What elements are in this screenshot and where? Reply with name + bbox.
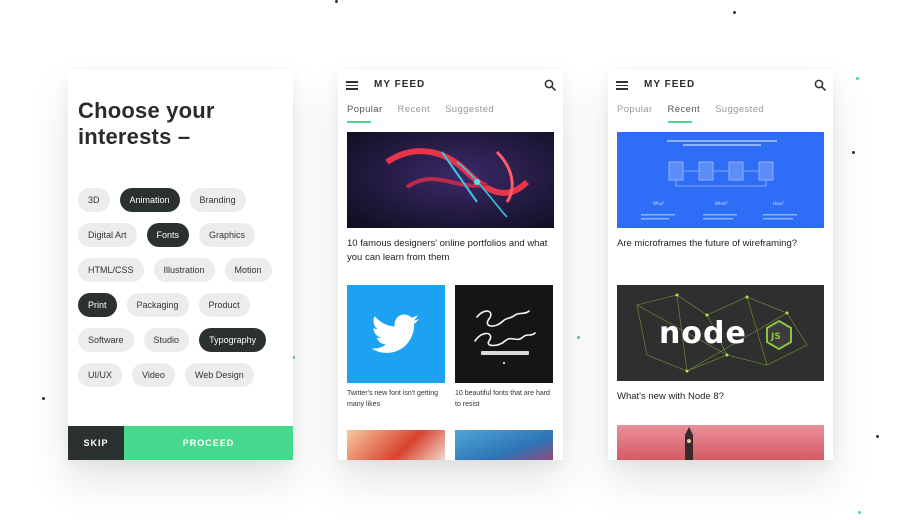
interest-chip[interactable]: Digital Art [78,223,137,247]
feed-tabs: Popular Recent Suggested [347,104,494,123]
article-image-thumbnail[interactable] [617,425,824,460]
microframe-label: Why? [653,201,664,206]
article-title[interactable]: 10 famous designers' online portfolios a… [347,237,552,265]
article-image-twitter[interactable] [347,285,445,383]
decor-dot [858,511,861,514]
interest-chip-list: 3D Animation Branding Digital Art Fonts Graph… [78,188,290,387]
interest-chip[interactable]: Product [198,293,250,317]
tab-recent[interactable]: Recent [398,104,431,123]
proceed-button[interactable]: PROCEED [124,426,293,460]
menu-icon[interactable] [346,81,358,90]
interests-screen: Choose your interests – 3D Animation Brand… [68,70,293,460]
svg-text:JS: JS [770,332,781,342]
interest-chip[interactable]: Studio [143,328,190,352]
decor-dot [856,77,859,80]
article-image-microframes[interactable]: Why? What? How? [617,132,824,228]
microframe-label: What? [715,201,728,206]
feed-recent-screen: MY FEED Popular Recent Suggested Why? Wh… [608,70,833,460]
interest-chip[interactable]: Typography [199,328,267,352]
feed-popular-screen: MY FEED Popular Recent Suggested 10 famo… [338,70,563,460]
page-title: Choose your interests – [78,98,215,149]
interest-chip[interactable]: Illustration [153,258,215,282]
interest-chip[interactable]: Software [78,328,134,352]
article-image-thumbnail[interactable] [347,430,445,460]
interest-chip[interactable]: Motion [224,258,272,282]
tab-suggested[interactable]: Suggested [445,104,494,123]
article-title[interactable]: Are microframes the future of wireframin… [617,237,822,251]
article-title[interactable]: What's new with Node 8? [617,390,822,404]
svg-text:node: node [659,316,747,351]
search-icon[interactable] [544,79,556,91]
decor-dot [577,336,580,339]
interest-chip[interactable]: UI/UX [78,363,123,387]
feed-tabs: Popular Recent Suggested [617,104,764,123]
bottom-action-bar: SKIP PROCEED [68,426,293,460]
feed-title: MY FEED [644,79,696,90]
article-caption[interactable]: 10 beautiful fonts that are hard to resi… [455,388,553,410]
tab-recent[interactable]: Recent [667,104,701,123]
decor-dot [876,435,879,438]
microframe-label: How? [773,201,784,206]
interest-chip[interactable]: Fonts [146,223,190,247]
search-icon[interactable] [814,79,826,91]
twitter-bird-icon [371,314,419,353]
tab-suggested[interactable]: Suggested [715,104,764,123]
decor-dot [733,11,736,14]
menu-icon[interactable] [616,81,628,90]
article-caption[interactable]: Twitter's new font isn't getting many li… [347,388,445,410]
decor-dot [42,397,45,400]
skip-button[interactable]: SKIP [68,426,124,460]
app-bar: MY FEED [338,70,563,100]
interest-chip[interactable]: 3D [78,188,110,212]
interest-chip[interactable]: Graphics [199,223,256,247]
interest-chip[interactable]: Print [78,293,117,317]
feed-title: MY FEED [374,79,426,90]
interest-chip[interactable]: Branding [189,188,246,212]
interest-chip[interactable]: Animation [119,188,180,212]
interest-chip[interactable]: Video [132,363,175,387]
article-image-node[interactable]: node JS [617,285,824,381]
decor-dot [852,151,855,154]
decor-dot [335,0,338,3]
interest-chip[interactable]: Web Design [184,363,254,387]
article-image-fonts[interactable] [455,285,553,383]
app-bar: MY FEED [608,70,833,100]
article-image-portfolios[interactable] [347,132,554,228]
interest-chip[interactable]: HTML/CSS [78,258,144,282]
tab-popular[interactable]: Popular [347,104,383,123]
article-image-thumbnail[interactable] [455,430,553,460]
tab-popular[interactable]: Popular [617,104,653,123]
interest-chip[interactable]: Packaging [126,293,189,317]
nodejs-logo: node JS [636,293,808,373]
showcase-canvas: Choose your interests – 3D Animation Brand… [0,0,900,520]
